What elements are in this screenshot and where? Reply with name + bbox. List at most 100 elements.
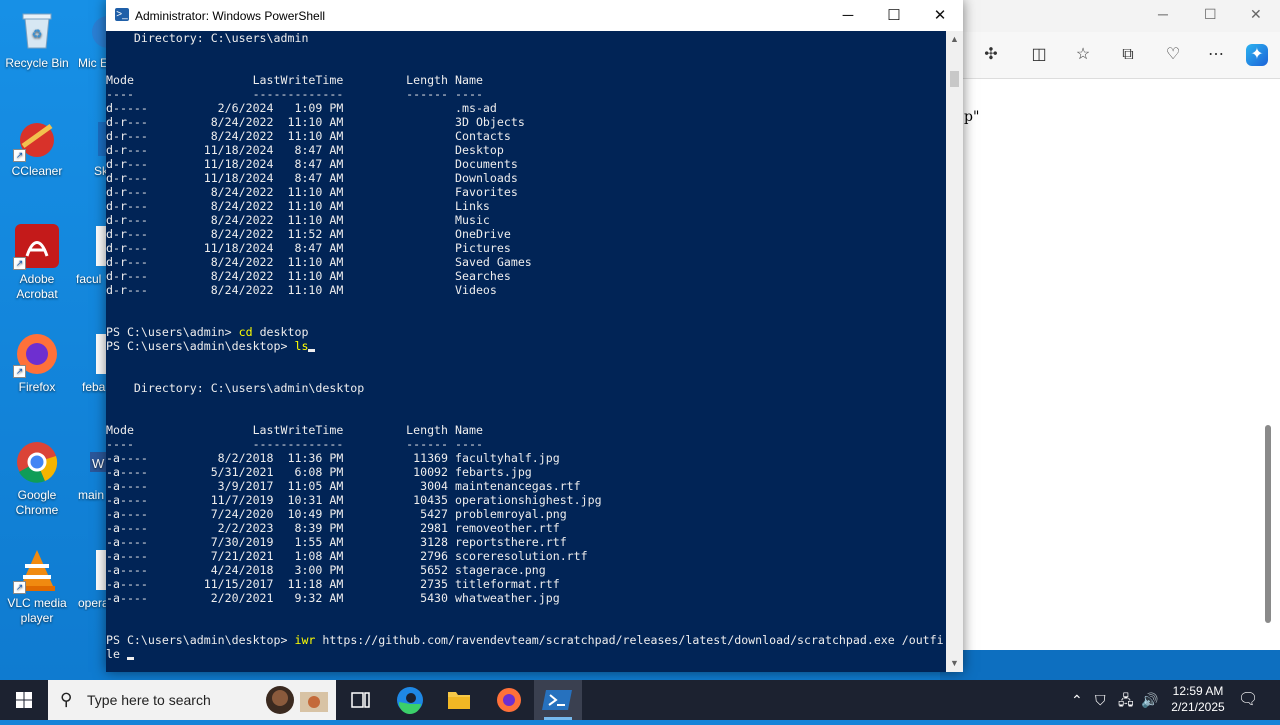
maximize-icon[interactable]: ☐ <box>1204 6 1217 23</box>
console-line: -a---- 2/20/2021 9:32 AM 5430 whatweathe… <box>106 591 560 605</box>
minimize-icon[interactable]: ─ <box>1158 6 1168 22</box>
console-line: Mode LastWriteTime Length Name <box>106 73 483 87</box>
close-icon[interactable]: ✕ <box>1250 6 1262 23</box>
console-line: d-r--- 8/24/2022 11:10 AM Links <box>106 199 490 213</box>
powershell-titlebar[interactable]: >_ Administrator: Windows PowerShell ─ ☐… <box>106 0 963 31</box>
task-view-button[interactable] <box>336 680 384 720</box>
browser-essentials-icon[interactable]: ♡ <box>1162 44 1184 66</box>
volume-icon[interactable]: 🔊 <box>1141 680 1158 720</box>
taskbar: ⚲ Type here to search ⌃ ⛉ 🖧 🔊 12:59 AM 2… <box>0 680 1280 720</box>
desktop-icon-firefox[interactable]: ↗ Firefox <box>0 332 74 395</box>
desktop-icon-label: CCleaner <box>11 164 63 178</box>
desktop-icon-label: facul <box>76 272 102 286</box>
split-screen-icon[interactable]: ◫ <box>1028 44 1050 66</box>
shortcut-arrow-icon: ↗ <box>13 581 26 594</box>
system-clock[interactable]: 12:59 AM 2/21/2025 <box>1160 683 1236 715</box>
favorites-icon[interactable]: ☆ <box>1072 44 1094 66</box>
taskbar-powershell[interactable] <box>534 680 582 720</box>
desktop-icon-ccleaner[interactable]: ↗ CCleaner <box>0 116 74 179</box>
desktop-icon-label: Adobe Acrobat <box>16 272 58 301</box>
console-line: d-r--- 8/24/2022 11:10 AM Contacts <box>106 129 511 143</box>
desktop-icon-label: Firefox <box>18 380 56 394</box>
taskbar-edge[interactable] <box>386 680 434 720</box>
console-line: -a---- 5/31/2021 6:08 PM 10092 febarts.j… <box>106 465 532 479</box>
desktop-icon-partial[interactable]: facul <box>76 224 108 287</box>
scroll-up-icon[interactable]: ▲ <box>946 31 963 48</box>
chevron-up-icon[interactable]: ⌃ <box>1071 680 1083 720</box>
taskbar-firefox[interactable] <box>485 680 533 720</box>
desktop-icon-partial[interactable]: Mic E <box>78 8 108 71</box>
console-line: Directory: C:\users\admin <box>106 31 309 45</box>
start-button[interactable] <box>0 680 48 720</box>
windows-logo-icon <box>16 692 32 708</box>
console-line: d----- 2/6/2024 1:09 PM .ms-ad <box>106 101 497 115</box>
acrobat-icon: ↗ <box>13 224 59 270</box>
desktop-icon-label: Mic E <box>78 56 108 70</box>
edge-toolbar: ✣ ◫ ☆ ⧉ ♡ ⋯ ✦ <box>940 32 1280 79</box>
recycle-bin-icon: ♻ <box>15 8 59 52</box>
desktop-icon-label: Google Chrome <box>15 488 59 517</box>
console-line: le <box>106 647 946 661</box>
taskbar-file-explorer[interactable] <box>435 680 483 720</box>
maximize-button[interactable]: ☐ <box>871 0 917 31</box>
page-text: p" <box>964 109 980 125</box>
svg-text:W: W <box>92 456 105 471</box>
console-line: d-r--- 8/24/2022 11:10 AM Videos <box>106 283 497 297</box>
extensions-icon[interactable]: ✣ <box>980 44 1002 66</box>
search-placeholder: Type here to search <box>87 692 211 708</box>
scrollbar-thumb[interactable] <box>950 71 959 87</box>
console-output[interactable]: Directory: C:\users\admin Mode LastWriteT… <box>106 31 946 672</box>
edge-icon <box>397 687 423 715</box>
clock-date: 2/21/2025 <box>1171 700 1225 714</box>
folder-icon <box>448 692 470 709</box>
scroll-down-icon[interactable]: ▼ <box>946 655 963 672</box>
search-box[interactable]: ⚲ Type here to search <box>48 680 336 720</box>
notifications-icon[interactable]: 🗨 <box>1238 680 1258 720</box>
command-token: iwr <box>294 633 316 647</box>
network-icon[interactable]: 🖧 <box>1118 680 1134 720</box>
collections-icon[interactable]: ⧉ <box>1117 44 1139 66</box>
powershell-window[interactable]: >_ Administrator: Windows PowerShell ─ ☐… <box>106 0 963 672</box>
console-line: PS C:\users\admin> cd desktop <box>106 325 309 339</box>
powershell-icon <box>542 690 572 710</box>
desktop-icon-vlc[interactable]: ↗ VLC media player <box>0 548 74 626</box>
text-cursor <box>126 657 134 660</box>
desktop-icon-partial[interactable]: feba <box>82 332 108 395</box>
console-line: -a---- 11/7/2019 10:31 AM 10435 operatio… <box>106 493 602 507</box>
firefox-icon: ↗ <box>13 332 59 378</box>
desktop-icon-adobe-acrobat[interactable]: ↗ Adobe Acrobat <box>0 224 74 302</box>
desktop-icon-label: VLC media player <box>7 596 67 625</box>
console-line: -a---- 3/9/2017 11:05 AM 3004 maintenanc… <box>106 479 581 493</box>
desktop-icon-label: opera <box>78 596 108 610</box>
desktop-icon-google-chrome[interactable]: Google Chrome <box>0 440 74 518</box>
console-scrollbar[interactable]: ▲ ▼ <box>946 31 963 672</box>
edge-titlebar: ─ ☐ ✕ <box>940 0 1280 32</box>
console-line: -a---- 7/21/2021 1:08 AM 2796 scoreresol… <box>106 549 588 563</box>
more-options-icon[interactable]: ⋯ <box>1205 44 1227 66</box>
console-line: d-r--- 11/18/2024 8:47 AM Pictures <box>106 241 511 255</box>
console-line: -a---- 7/24/2020 10:49 PM 5427 problemro… <box>106 507 567 521</box>
copilot-icon[interactable]: ✦ <box>1246 44 1268 66</box>
edge-scrollbar-thumb[interactable] <box>1265 425 1271 623</box>
desktop-icon-partial[interactable]: opera <box>78 548 108 611</box>
minimize-button[interactable]: ─ <box>825 0 871 31</box>
search-icon: ⚲ <box>60 690 73 709</box>
desktop-icon-partial[interactable]: W main <box>78 440 108 503</box>
svg-text:♻: ♻ <box>32 27 43 41</box>
desktop-icon-recycle-bin[interactable]: ♻ Recycle Bin <box>0 8 74 71</box>
console-line: d-r--- 8/24/2022 11:10 AM Favorites <box>106 185 518 199</box>
console-line: d-r--- 11/18/2024 8:47 AM Desktop <box>106 143 504 157</box>
console-line: ---- ------------- ------ ---- <box>106 437 483 451</box>
close-button[interactable]: ✕ <box>917 0 963 31</box>
security-icon[interactable]: ⛉ <box>1095 680 1106 720</box>
console-line: -a---- 4/24/2018 3:00 PM 5652 stagerace.… <box>106 563 546 577</box>
search-highlight-illustration <box>264 682 332 718</box>
desktop-icon-label: Recycle Bin <box>5 56 69 70</box>
